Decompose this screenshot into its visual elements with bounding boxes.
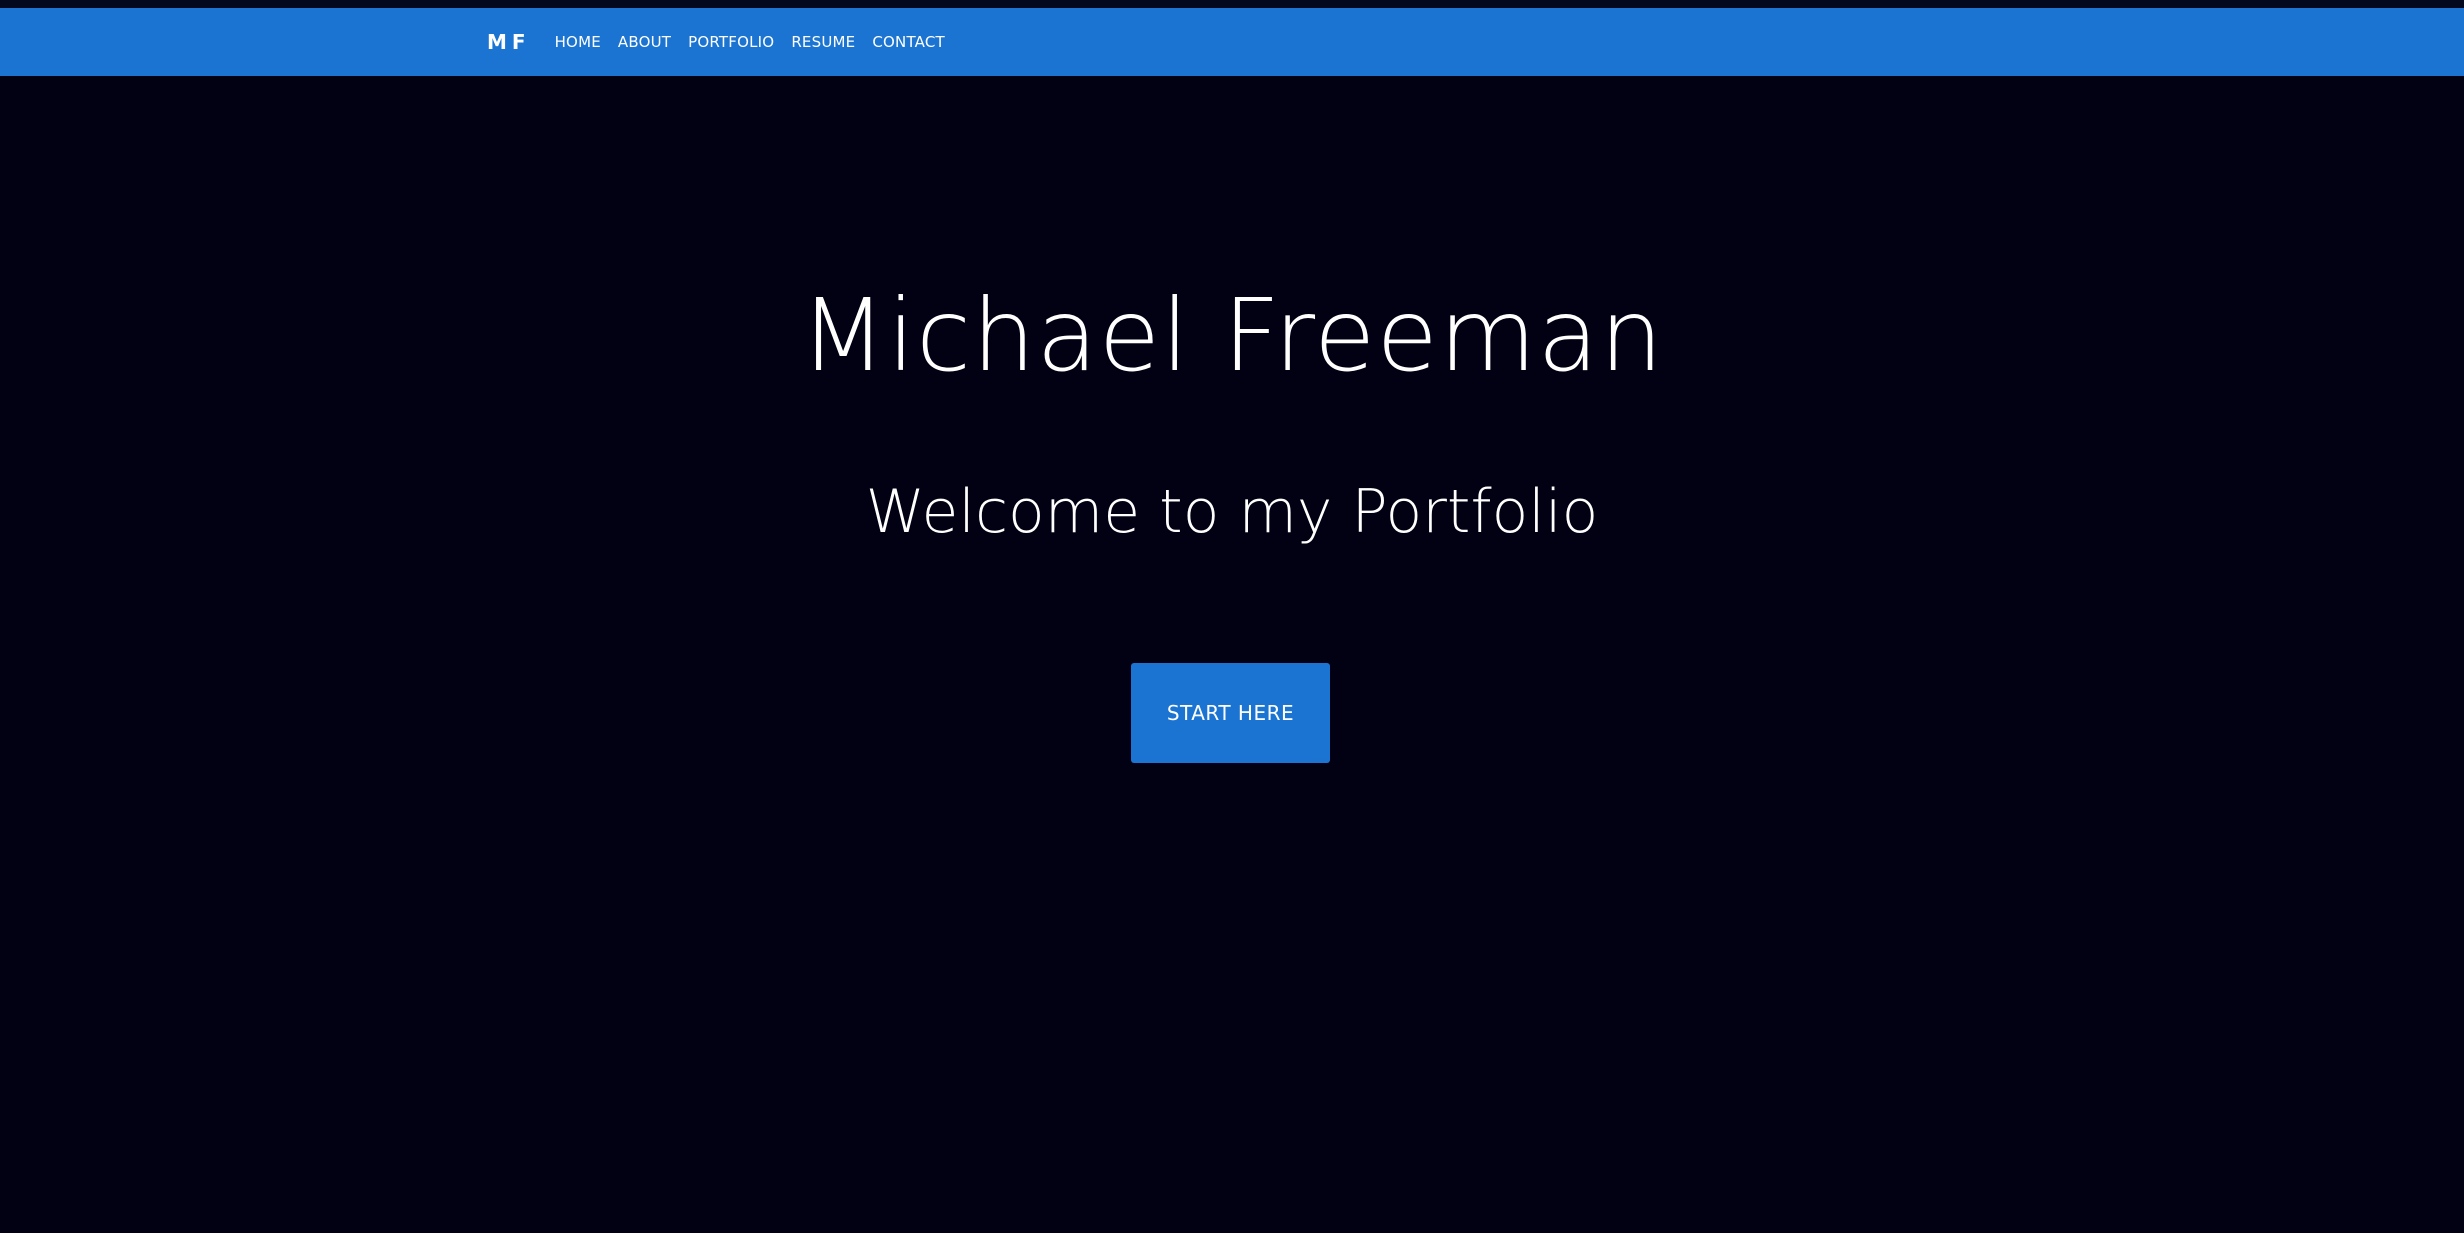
start-here-button[interactable]: START HERE [1131, 663, 1330, 763]
nav-link-home[interactable]: HOME [555, 33, 601, 51]
hero-subtitle: Welcome to my Portfolio [865, 477, 1599, 547]
nav-link-portfolio[interactable]: PORTFOLIO [688, 33, 774, 51]
nav-links: HOME ABOUT PORTFOLIO RESUME CONTACT [555, 33, 945, 51]
nav-link-about[interactable]: ABOUT [618, 33, 671, 51]
nav-container: MF HOME ABOUT PORTFOLIO RESUME CONTACT [487, 8, 945, 76]
hero-section: Michael Freeman Welcome to my Portfolio … [0, 76, 2464, 1233]
nav-link-contact[interactable]: CONTACT [872, 33, 945, 51]
navbar: MF HOME ABOUT PORTFOLIO RESUME CONTACT [0, 8, 2464, 76]
brand-logo[interactable]: MF [487, 30, 531, 54]
nav-link-resume[interactable]: RESUME [791, 33, 855, 51]
hero-title: Michael Freeman [799, 277, 1665, 394]
top-strip [0, 0, 2464, 8]
